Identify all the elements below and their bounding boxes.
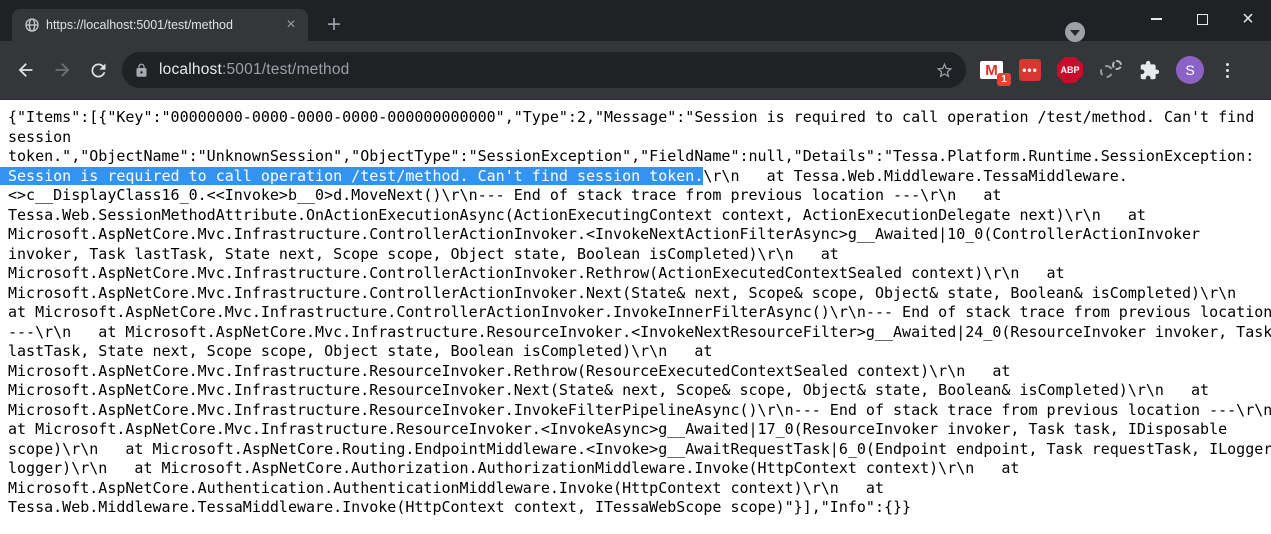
content-line: Microsoft.AspNetCore.Mvc.Infrastructure.… xyxy=(8,284,1263,304)
content-line: Microsoft.AspNetCore.Mvc.Infrastructure.… xyxy=(8,264,1263,284)
page-content: {"Items":[{"Key":"00000000-0000-0000-000… xyxy=(0,100,1271,526)
chrome-update-indicator-icon[interactable] xyxy=(1065,22,1085,42)
content-line: <>c__DisplayClass16_0.<<Invoke>b__0>d.Mo… xyxy=(8,186,1263,206)
bookmark-star-icon[interactable] xyxy=(935,61,954,80)
minimize-button[interactable] xyxy=(1133,0,1179,38)
gear-icon xyxy=(1112,60,1122,70)
url-path: :5001/test/method xyxy=(222,61,349,78)
close-icon: × xyxy=(1242,9,1254,29)
gmail-extension-icon[interactable]: M 1 xyxy=(980,61,1003,79)
browser-tab[interactable]: https://localhost:5001/test/method × xyxy=(12,9,308,41)
content-line: Microsoft.AspNetCore.Mvc.Infrastructure.… xyxy=(8,401,1263,421)
maximize-button[interactable] xyxy=(1179,0,1225,38)
password-manager-extension-icon[interactable]: ••• xyxy=(1019,59,1041,81)
new-tab-button[interactable]: + xyxy=(320,12,348,40)
content-line: logger)\r\n at Microsoft.AspNetCore.Auth… xyxy=(8,459,1263,479)
profile-avatar[interactable]: S xyxy=(1176,56,1204,84)
content-line: Microsoft.AspNetCore.Mvc.Infrastructure.… xyxy=(8,362,1263,382)
url-host: localhost xyxy=(159,61,222,78)
refresh-icon xyxy=(88,60,109,81)
refresh-button[interactable] xyxy=(80,52,116,88)
close-window-button[interactable]: × xyxy=(1225,0,1271,38)
content-line: invoker, Task lastTask, State next, Scop… xyxy=(8,245,1263,265)
browser-menu-button[interactable] xyxy=(1220,63,1235,78)
globe-icon xyxy=(24,17,40,33)
content-line: at Microsoft.AspNetCore.Mvc.Infrastructu… xyxy=(8,420,1263,440)
content-line: at Microsoft.AspNetCore.Mvc.Infrastructu… xyxy=(8,303,1263,323)
forward-button[interactable] xyxy=(44,52,80,88)
url-text: localhost:5001/test/method xyxy=(159,61,935,79)
back-button[interactable] xyxy=(8,52,44,88)
content-line: {"Items":[{"Key":"00000000-0000-0000-000… xyxy=(8,108,1263,128)
tab-title-wrap: https://localhost:5001/test/method xyxy=(46,17,280,33)
tab-title: https://localhost:5001/test/method xyxy=(46,17,280,33)
chevron-down-icon xyxy=(1070,30,1080,36)
content-line: scope)\r\n at Microsoft.AspNetCore.Routi… xyxy=(8,440,1263,460)
extensions-area: M 1 ••• ABP S xyxy=(980,56,1235,84)
gears-extension-icon[interactable] xyxy=(1099,58,1123,82)
content-line: Tessa.Web.SessionMethodAttribute.OnActio… xyxy=(8,206,1263,226)
content-line: Microsoft.AspNetCore.Mvc.Infrastructure.… xyxy=(8,381,1263,401)
arrow-right-icon xyxy=(51,59,73,81)
browser-toolbar: localhost:5001/test/method M 1 ••• ABP S xyxy=(0,41,1271,100)
tab-title-fade xyxy=(254,17,280,33)
content-line: token.","ObjectName":"UnknownSession","O… xyxy=(8,147,1263,167)
title-bar: https://localhost:5001/test/method × + × xyxy=(0,0,1271,41)
content-line: lastTask, State next, Scope scope, Objec… xyxy=(8,342,1263,362)
content-line: Microsoft.AspNetCore.Authentication.Auth… xyxy=(8,479,1263,499)
gmail-badge: 1 xyxy=(997,73,1011,86)
content-line: Tessa.Web.Middleware.TessaMiddleware.Inv… xyxy=(8,498,1263,518)
selected-text: Session is required to call operation /t… xyxy=(8,167,703,185)
minimize-icon xyxy=(1151,18,1162,20)
gmail-glyph: M xyxy=(985,62,998,79)
arrow-left-icon xyxy=(15,59,37,81)
adblock-plus-extension-icon[interactable]: ABP xyxy=(1057,57,1083,83)
maximize-icon xyxy=(1197,14,1208,25)
tab-close-icon[interactable]: × xyxy=(282,16,300,34)
extensions-puzzle-icon[interactable] xyxy=(1139,60,1160,81)
window-controls: × xyxy=(1133,0,1271,38)
address-bar[interactable]: localhost:5001/test/method xyxy=(122,52,966,88)
content-line: Session is required to call operation /t… xyxy=(8,167,1263,187)
lock-icon xyxy=(134,63,149,78)
content-line: ---\r\n at Microsoft.AspNetCore.Mvc.Infr… xyxy=(8,323,1263,343)
content-line: Microsoft.AspNetCore.Mvc.Infrastructure.… xyxy=(8,225,1263,245)
content-line: session xyxy=(8,128,1263,148)
gear-icon xyxy=(1100,65,1113,78)
